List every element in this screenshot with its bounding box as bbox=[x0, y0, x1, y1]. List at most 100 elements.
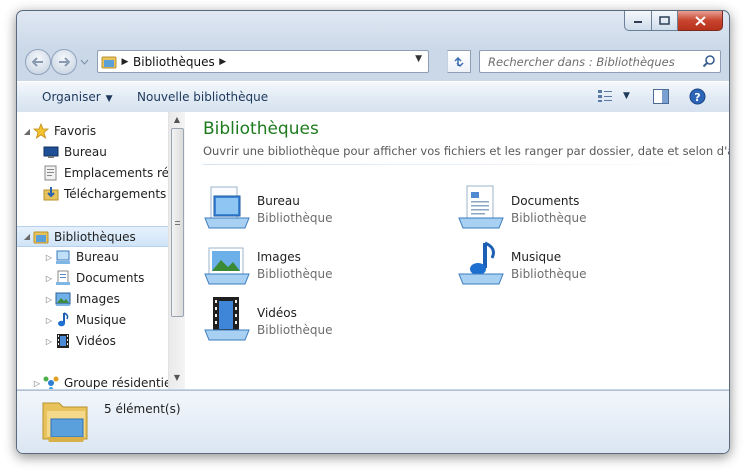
library-name: Images bbox=[257, 250, 301, 264]
tree-label: Musique bbox=[76, 313, 127, 327]
desktop-icon bbox=[43, 146, 59, 158]
expand-arrow-icon[interactable]: ▷ bbox=[43, 274, 55, 283]
library-type: Bibliothèque bbox=[511, 267, 587, 281]
breadcrumb-arrow-icon[interactable]: ▶ bbox=[117, 57, 133, 67]
tree-libraries[interactable]: ◢ Bibliothèques bbox=[17, 226, 168, 247]
star-icon bbox=[33, 123, 49, 139]
refresh-button[interactable] bbox=[447, 50, 471, 73]
libraries-folder-icon bbox=[42, 402, 88, 442]
view-caret-icon: ▼ bbox=[623, 91, 630, 101]
preview-pane-icon[interactable] bbox=[653, 89, 669, 104]
collapse-arrow-icon[interactable]: ◢ bbox=[21, 232, 33, 241]
organize-button[interactable]: Organiser ▼ bbox=[42, 90, 113, 104]
change-view-button[interactable]: ▼ bbox=[597, 89, 630, 103]
expand-arrow-icon[interactable]: ▷ bbox=[43, 337, 55, 346]
desktop-library-icon bbox=[56, 250, 70, 264]
back-button[interactable] bbox=[25, 49, 51, 75]
svg-text:?: ? bbox=[694, 91, 700, 104]
item-count: 5 élément(s) bbox=[104, 402, 181, 416]
search-icon[interactable] bbox=[702, 54, 716, 68]
details-pane: 5 élément(s) bbox=[17, 390, 729, 453]
tree-library-music[interactable]: ▷ Musique bbox=[43, 310, 126, 330]
expand-arrow-icon[interactable]: ▷ bbox=[43, 253, 55, 262]
tree-favorite-downloads[interactable]: Téléchargements bbox=[43, 184, 166, 204]
tree-library-images[interactable]: ▷ Images bbox=[43, 289, 120, 309]
nav-scrollbar[interactable]: ▲ ▼ bbox=[168, 112, 185, 389]
page-subtitle: Ouvrir une bibliothèque pour afficher vo… bbox=[203, 144, 730, 158]
navigation-pane[interactable]: ◢ Favoris Bureau Emplacements récents Té… bbox=[17, 112, 168, 389]
scroll-up-arrow-icon[interactable]: ▲ bbox=[169, 112, 185, 128]
library-item-music[interactable]: Musique Bibliothèque bbox=[457, 240, 687, 290]
help-icon[interactable]: ? bbox=[689, 88, 706, 105]
library-name: Musique bbox=[511, 250, 562, 264]
divider bbox=[203, 164, 711, 165]
tree-label: Documents bbox=[76, 271, 145, 285]
tree-favorite-recent-places[interactable]: Emplacements récents bbox=[43, 163, 168, 183]
expand-arrow-icon[interactable]: ▷ bbox=[43, 316, 55, 325]
minimize-button[interactable] bbox=[624, 11, 652, 31]
tree-label: Bureau bbox=[64, 145, 107, 159]
tree-label: Bibliothèques bbox=[54, 229, 136, 244]
library-item-documents[interactable]: Documents Bibliothèque bbox=[457, 184, 687, 234]
expand-arrow-icon[interactable]: ▷ bbox=[43, 295, 55, 304]
tree-library-documents[interactable]: ▷ Documents bbox=[43, 268, 144, 288]
library-name: Bureau bbox=[257, 194, 300, 208]
library-type: Bibliothèque bbox=[257, 267, 333, 281]
tree-label: Bureau bbox=[76, 250, 119, 264]
maximize-icon bbox=[659, 16, 670, 25]
images-library-icon bbox=[204, 247, 250, 285]
organize-label: Organiser bbox=[42, 90, 101, 104]
maximize-button[interactable] bbox=[652, 11, 678, 31]
desktop-library-icon bbox=[204, 186, 250, 229]
close-button[interactable] bbox=[678, 11, 723, 31]
tree-favorite-desktop[interactable]: Bureau bbox=[43, 142, 107, 162]
downloads-icon bbox=[43, 187, 59, 201]
content-pane: Bibliothèques Ouvrir une bibliothèque po… bbox=[185, 112, 729, 389]
refresh-icon bbox=[454, 56, 464, 67]
address-bar[interactable]: ▶ Bibliothèques ▶ ▼ bbox=[97, 50, 429, 73]
recent-pages-dropdown-icon[interactable] bbox=[80, 59, 89, 65]
minimize-icon bbox=[634, 20, 642, 23]
homegroup-icon bbox=[43, 376, 59, 389]
library-item-videos[interactable]: Vidéos Bibliothèque bbox=[203, 296, 433, 346]
tree-library-videos[interactable]: ▷ Vidéos bbox=[43, 331, 116, 351]
library-item-images[interactable]: Images Bibliothèque bbox=[203, 240, 433, 290]
images-icon bbox=[55, 292, 71, 306]
music-icon bbox=[58, 312, 69, 327]
new-library-button[interactable]: Nouvelle bibliothèque bbox=[137, 90, 268, 104]
navigation-row: ▶ Bibliothèques ▶ ▼ bbox=[17, 45, 729, 75]
expand-arrow-icon[interactable]: ▷ bbox=[31, 379, 43, 388]
command-bar: Organiser ▼ Nouvelle bibliothèque ▼ ? bbox=[17, 81, 729, 113]
tree-library-desktop[interactable]: ▷ Bureau bbox=[43, 247, 119, 267]
close-icon bbox=[694, 15, 706, 26]
collapse-arrow-icon[interactable]: ◢ bbox=[21, 127, 33, 136]
scroll-thumb[interactable] bbox=[171, 128, 184, 317]
music-library-icon bbox=[458, 241, 504, 285]
videos-library-icon bbox=[204, 297, 250, 341]
library-name: Vidéos bbox=[257, 306, 297, 320]
library-name: Documents bbox=[511, 194, 580, 208]
caption-buttons bbox=[624, 11, 723, 31]
breadcrumb-arrow-icon[interactable]: ▶ bbox=[215, 57, 231, 67]
explorer-window: ▶ Bibliothèques ▶ ▼ Organiser ▼ Nouvelle … bbox=[16, 10, 730, 454]
scroll-down-arrow-icon[interactable]: ▼ bbox=[169, 370, 185, 386]
tree-homegroup[interactable]: ▷ Groupe résidentiel bbox=[31, 373, 168, 389]
breadcrumb-libraries[interactable]: Bibliothèques bbox=[133, 55, 215, 69]
search-input[interactable] bbox=[486, 53, 700, 71]
tree-favorites[interactable]: ◢ Favoris bbox=[21, 121, 96, 141]
recent-places-icon bbox=[44, 165, 57, 181]
search-box[interactable] bbox=[479, 50, 721, 73]
libraries-folder-icon bbox=[33, 231, 49, 243]
documents-library-icon bbox=[458, 185, 504, 229]
videos-icon bbox=[57, 334, 69, 348]
back-arrow-icon bbox=[32, 57, 43, 67]
page-title: Bibliothèques bbox=[203, 119, 319, 139]
library-type: Bibliothèque bbox=[257, 211, 333, 225]
tree-label: Vidéos bbox=[76, 334, 116, 348]
view-details-icon bbox=[598, 90, 612, 102]
library-item-desktop[interactable]: Bureau Bibliothèque bbox=[203, 184, 433, 234]
tree-label: Emplacements récents bbox=[64, 166, 168, 180]
address-dropdown-icon[interactable]: ▼ bbox=[415, 54, 422, 64]
libraries-folder-icon bbox=[101, 56, 117, 68]
forward-button[interactable] bbox=[51, 49, 77, 75]
